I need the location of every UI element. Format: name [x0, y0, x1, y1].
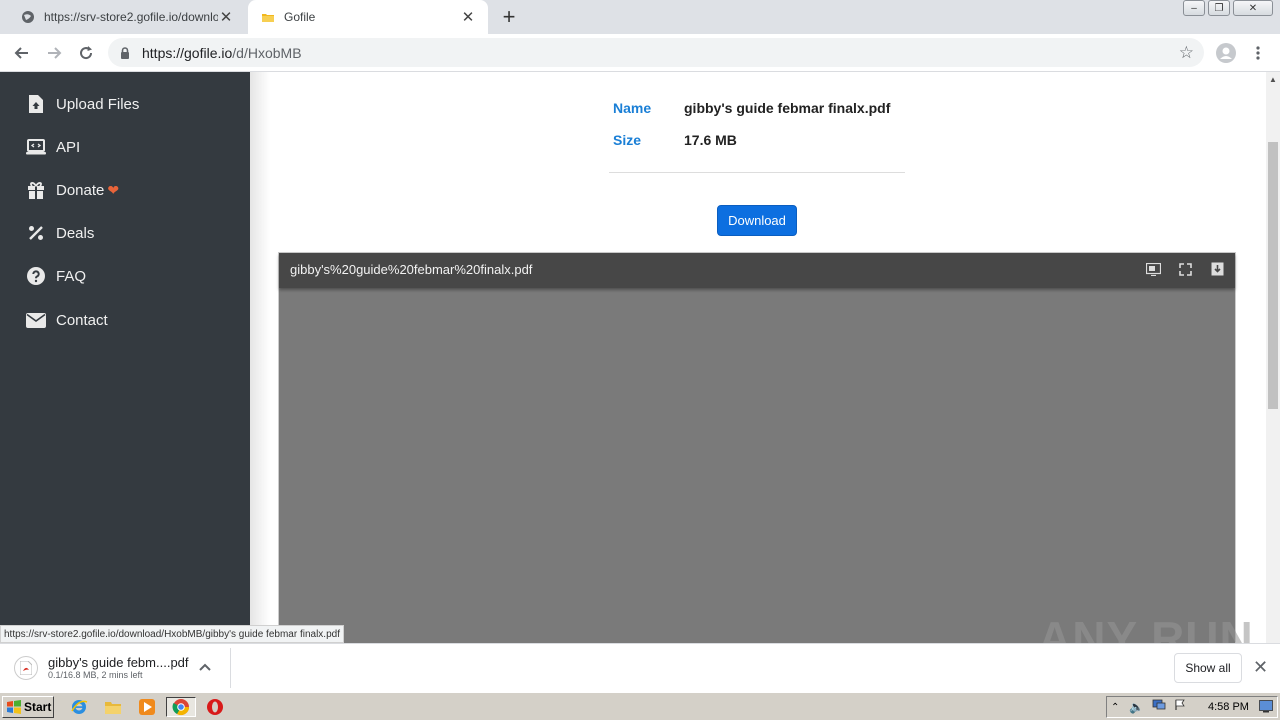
back-button[interactable]: [10, 41, 34, 65]
menu-button[interactable]: [1246, 41, 1270, 65]
file-name: gibby's guide febmar finalx.pdf: [684, 100, 891, 116]
file-size: 17.6 MB: [684, 132, 737, 148]
tab-gofile[interactable]: Gofile ✕: [248, 0, 488, 34]
reload-icon: [80, 46, 93, 60]
windows-taskbar: Start ⌃ 🔈 4:58 PM: [0, 692, 1280, 720]
sidebar-item-label: Upload Files: [56, 95, 140, 113]
tray-expand-icon[interactable]: ⌃: [1111, 702, 1119, 713]
address-bar[interactable]: https://gofile.io/d/HxobMB ☆: [108, 38, 1204, 67]
close-window-button[interactable]: ✕: [1233, 0, 1273, 16]
shelf-divider: [230, 648, 231, 688]
arrow-left-icon: [14, 47, 28, 59]
download-item[interactable]: gibby's guide febm....pdf 0.1/16.8 MB, 2…: [14, 652, 189, 684]
sidebar-item-api[interactable]: API: [26, 135, 80, 159]
tab-download[interactable]: https://srv-store2.gofile.io/downloa ✕: [8, 0, 246, 34]
scrollbar-thumb[interactable]: [1268, 142, 1278, 409]
laptop-code-icon: [26, 137, 46, 157]
heart-icon: ❤: [107, 181, 120, 198]
browser-tabstrip: https://srv-store2.gofile.io/downloa ✕ G…: [0, 0, 1280, 34]
question-circle-icon: [26, 266, 46, 286]
volume-icon[interactable]: 🔈: [1129, 700, 1144, 714]
globe-icon: [20, 9, 36, 25]
forward-button[interactable]: [42, 41, 66, 65]
file-upload-icon: [26, 94, 46, 114]
ie-icon[interactable]: [68, 697, 90, 717]
pdf-file-icon: [14, 656, 38, 680]
profile-button[interactable]: [1214, 41, 1238, 65]
presentation-icon[interactable]: [1145, 261, 1161, 277]
size-label: Size: [613, 132, 642, 148]
show-all-button[interactable]: Show all: [1174, 653, 1242, 683]
gift-icon: [26, 180, 46, 200]
new-tab-button[interactable]: +: [497, 4, 521, 29]
window-controls: – ❐ ✕: [1180, 0, 1273, 18]
lock-icon: [120, 46, 134, 59]
flag-icon[interactable]: [1174, 698, 1186, 716]
url-host: https://gofile.io: [142, 44, 233, 61]
scroll-up-icon[interactable]: ▲: [1269, 75, 1277, 84]
reload-button[interactable]: [74, 41, 98, 65]
tab-title: https://srv-store2.gofile.io/downloa: [44, 10, 218, 24]
url-text: https://gofile.io/d/HxobMB: [142, 45, 302, 61]
folder-explorer-icon[interactable]: [102, 697, 124, 717]
page-scrollbar[interactable]: ▲: [1266, 72, 1280, 644]
fullscreen-icon[interactable]: [1177, 261, 1193, 277]
sidebar-item-label: Contact: [56, 311, 108, 329]
kebab-menu-icon: [1256, 46, 1260, 60]
chrome-taskbar-button[interactable]: [166, 697, 196, 717]
sidebar-shadow: [250, 72, 270, 644]
sidebar-item-label: FAQ: [56, 267, 87, 285]
screen: https://srv-store2.gofile.io/downloa ✕ G…: [0, 0, 1280, 720]
pdf-viewer-toolbar: gibby's%20guide%20febmar%20finalx.pdf: [279, 253, 1235, 288]
folder-icon: [260, 9, 276, 25]
save-file-icon[interactable]: [1209, 261, 1225, 277]
sidebar-item-label: Deals: [56, 224, 95, 242]
system-tray: ⌃ 🔈: [1106, 696, 1278, 718]
download-shelf: gibby's guide febm....pdf 0.1/16.8 MB, 2…: [0, 643, 1280, 691]
download-filename: gibby's guide febm....pdf: [48, 655, 189, 670]
start-label: Start: [24, 700, 52, 714]
close-shelf-icon[interactable]: ✕: [1253, 657, 1268, 678]
sidebar-item-label: API: [56, 138, 81, 156]
url-path: /d/HxobMB: [232, 44, 302, 61]
divider: [609, 172, 905, 173]
pdf-viewer-title: gibby's%20guide%20febmar%20finalx.pdf: [290, 262, 533, 277]
browser-toolbar: https://gofile.io/d/HxobMB ☆: [0, 34, 1280, 72]
start-button[interactable]: Start: [2, 696, 54, 718]
download-button[interactable]: Download: [717, 205, 797, 236]
windows-logo-icon: [7, 700, 21, 714]
download-status: 0.1/16.8 MB, 2 mins left: [48, 670, 143, 680]
show-desktop-icon[interactable]: [1259, 700, 1273, 718]
tab-title: Gofile: [284, 10, 316, 24]
opera-icon[interactable]: [204, 697, 226, 717]
close-tab-icon[interactable]: ✕: [218, 9, 234, 26]
bookmark-star-icon[interactable]: ☆: [1179, 43, 1194, 63]
sidebar: Upload Files API Donate ❤ Deals FAQ Cont…: [0, 72, 250, 644]
sidebar-item-faq[interactable]: FAQ: [26, 264, 86, 288]
chevron-up-icon[interactable]: [199, 658, 211, 674]
sidebar-item-upload-files[interactable]: Upload Files: [26, 92, 139, 116]
pdf-viewer[interactable]: gibby's%20guide%20febmar%20finalx.pdf: [278, 252, 1236, 644]
sidebar-item-label: Donate: [56, 181, 105, 199]
avatar-icon: [1216, 43, 1236, 63]
envelope-icon: [26, 310, 46, 330]
minimize-button[interactable]: –: [1183, 0, 1205, 16]
sidebar-item-deals[interactable]: Deals: [26, 221, 94, 245]
arrow-right-icon: [48, 47, 62, 59]
percent-icon: [26, 223, 46, 243]
close-tab-icon[interactable]: ✕: [460, 9, 476, 26]
restore-button[interactable]: ❐: [1208, 0, 1230, 16]
sidebar-item-contact[interactable]: Contact: [26, 308, 108, 332]
network-icon[interactable]: [1152, 698, 1166, 716]
chrome-icon: [172, 699, 190, 716]
sidebar-item-donate[interactable]: Donate ❤: [26, 178, 119, 202]
media-player-icon[interactable]: [136, 697, 158, 717]
name-label: Name: [613, 100, 652, 116]
taskbar-clock: 4:58 PM: [1208, 701, 1249, 713]
status-url-bubble: https://srv-store2.gofile.io/download/Hx…: [0, 625, 344, 643]
